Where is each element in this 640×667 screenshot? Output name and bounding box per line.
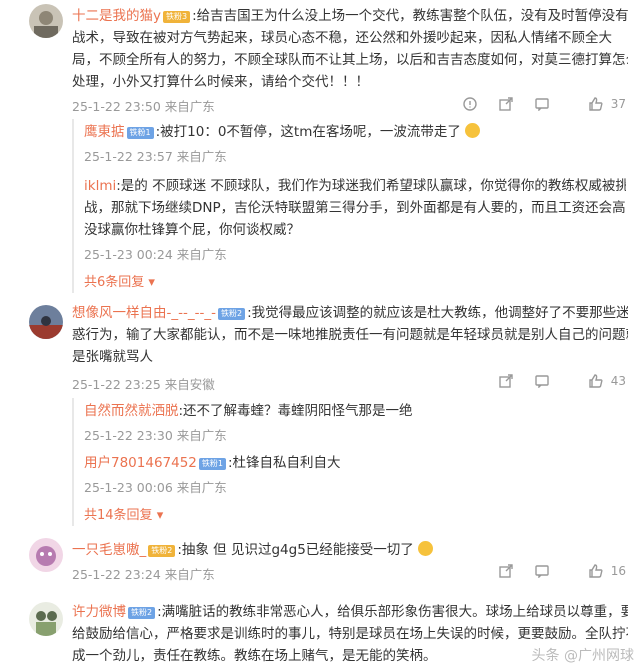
reply-username[interactable]: 用户7801467452 <box>84 455 197 471</box>
grinning-emoji-icon <box>418 541 434 556</box>
comment-text: 给鼓励给信心，严格要求是训练时的事儿，特别是球员在场上失误的时候，更要鼓励。全队… <box>72 626 628 642</box>
comment-username[interactable]: 一只毛崽嗷_ <box>72 542 146 558</box>
reply-text: 用户7801467452 铁粉1:杜锋自私自利自大 <box>84 455 341 471</box>
comment-username[interactable]: 许力微博 <box>72 604 126 620</box>
like-button[interactable]: 43 <box>571 373 626 388</box>
thumb-up-icon <box>589 373 603 388</box>
share-icon[interactable] <box>499 96 513 111</box>
reply-meta: 25-1-23 00:06 来自广东 <box>84 480 227 495</box>
comment-text: 许力微博 铁粉2:满嘴脏话的教练非常恶心人，给俱乐部形象伤害很大。球场上给球员以尊… <box>72 604 628 620</box>
reply-text: 鹰東掂 铁粉1:被打10：0不暂停，这tm在客场呢，一波流带走了 <box>84 121 626 143</box>
comment-text: 局，不顾全所有人的努力，不顾全球队而不让其上场，以后和吉吉态度如何，对莫三德打算… <box>72 52 628 68</box>
reply-icon[interactable] <box>535 373 549 389</box>
comment-username[interactable]: 想像风一样自由-_--_--_- <box>72 305 216 321</box>
fan-badge: 铁粉1 <box>198 458 226 470</box>
like-count: 43 <box>610 373 626 388</box>
reply-thread: 鹰東掂 铁粉1:被打10：0不暂停，这tm在客场呢，一波流带走了 25-1-22 … <box>72 119 626 293</box>
comment-text: 战术，导致在被对方气势起来，球员心态不稳，还公然和外援吵起来，因私人情绪不顾全大 <box>72 30 612 46</box>
share-icon[interactable] <box>499 563 513 578</box>
comment-text: 惑行为，输了大家都能认，而不是一味地推脱责任一有问题就是年轻球员就是别人自己的问… <box>72 327 628 343</box>
report-icon[interactable] <box>463 96 478 111</box>
comment-text: 是张嘴就骂人 <box>72 349 153 365</box>
comment-text: 一只毛崽嗷_ 铁粉2:抽象 但 见识过g4g5已经能接受一切了 <box>72 539 628 561</box>
share-icon[interactable] <box>499 373 513 388</box>
comment-actions: 16 <box>481 563 626 579</box>
thumb-up-icon <box>589 96 603 111</box>
fan-badge: 铁粉3 <box>163 11 191 23</box>
comment-actions: 43 <box>481 373 626 389</box>
avatar[interactable] <box>29 602 63 636</box>
comment-text: 处理，小外又打算什么时候来，请给个交代！！！ <box>72 74 369 90</box>
reply-icon[interactable] <box>535 563 549 579</box>
comment-meta: 25-1-22 23:25 来自安徽 <box>72 377 215 392</box>
avatar[interactable] <box>29 305 63 339</box>
comment-actions: 37 <box>445 96 626 112</box>
chevron-down-icon: ▾ <box>148 275 155 290</box>
comment-text: 十二是我的猫y 铁粉3:给吉吉国王为什么没上场一个交代，教练害整个队伍，没有及时暂… <box>72 8 628 24</box>
fan-badge: 铁粉2 <box>128 607 156 619</box>
watermark: 头条 @广州网球 <box>531 648 634 664</box>
comment-username[interactable]: 十二是我的猫y <box>72 8 161 24</box>
laughing-emoji-icon <box>465 123 481 138</box>
avatar[interactable] <box>29 4 63 38</box>
reply-text: 战，那就下场继续DNP，吉伦沃特联盟第三得分手，到外面都是有人要的，而且工资还会… <box>84 200 626 216</box>
chevron-down-icon: ▾ <box>156 508 164 523</box>
like-count: 37 <box>610 96 626 111</box>
thumb-up-icon <box>589 563 603 578</box>
reply-meta: 25-1-22 23:30 来自广东 <box>84 428 227 443</box>
reply-icon[interactable] <box>535 96 549 112</box>
avatar[interactable] <box>29 538 63 572</box>
like-button[interactable]: 37 <box>571 96 626 111</box>
more-replies-link[interactable]: 共6条回复 ▾ <box>84 273 626 293</box>
reply-username[interactable]: 自然而然就洒脱 <box>84 403 179 419</box>
fan-badge: 铁粉2 <box>148 545 176 557</box>
reply-text: iklmi:是的 不顾球迷 不顾球队，我们作为球迷我们希望球队赢球，你觉得你的教… <box>84 178 626 194</box>
reply-text: 自然而然就洒脱:还不了解毒蝰？毒蝰阴阳怪气那是一绝 <box>84 403 413 419</box>
reply-meta: 25-1-23 00:24 来自广东 <box>84 247 227 262</box>
fan-badge: 铁粉2 <box>217 308 246 320</box>
reply-username[interactable]: iklmi <box>84 178 116 194</box>
like-count: 16 <box>610 563 626 578</box>
more-replies-link[interactable]: 共14条回复 ▾ <box>84 506 626 526</box>
comment-meta: 25-1-22 23:50 来自广东 <box>72 99 215 114</box>
fan-badge: 铁粉1 <box>126 127 154 139</box>
comment-text: 想像风一样自由-_--_--_- 铁粉2:我觉得最应该调整的就应该是杜大教练，他调… <box>72 305 628 321</box>
comment-meta: 25-1-22 23:24 来自广东 <box>72 567 215 582</box>
like-button[interactable]: 16 <box>571 563 626 578</box>
reply-thread: 自然而然就洒脱:还不了解毒蝰？毒蝰阴阳怪气那是一绝 25-1-22 23:30 … <box>72 398 626 526</box>
reply-meta: 25-1-22 23:57 来自广东 <box>84 149 227 164</box>
reply-username[interactable]: 鹰東掂 <box>84 124 125 140</box>
reply-text: 没球赢你杜锋算个屁，你何谈权威？ <box>84 222 300 238</box>
